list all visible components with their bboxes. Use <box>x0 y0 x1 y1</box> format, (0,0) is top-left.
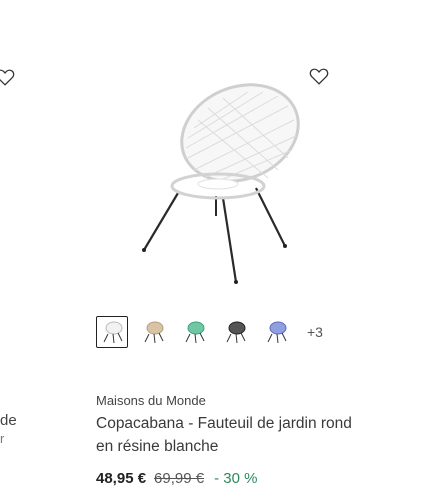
color-swatches: +3 <box>96 316 323 348</box>
chair-thumbnail-icon <box>144 321 164 344</box>
swatch-green[interactable] <box>178 316 210 348</box>
discount-badge: - 30 % <box>214 470 258 487</box>
old-price: 69,99 € <box>154 470 205 487</box>
previous-product-card[interactable]: de r <box>0 0 30 502</box>
chair-thumbnail-icon <box>185 321 205 344</box>
heart-icon[interactable] <box>0 66 16 88</box>
product-image[interactable] <box>128 78 308 288</box>
heart-icon[interactable] <box>308 65 330 87</box>
price-row: 48,95 € 69,99 € - 30 % <box>96 470 257 487</box>
swatch-white[interactable] <box>96 316 128 348</box>
chair-thumbnail-icon <box>226 321 246 344</box>
product-title[interactable]: Copacabana - Fauteuil de jardin rond en … <box>96 412 356 458</box>
previous-product-title-line2: r <box>0 432 5 446</box>
chair-thumbnail-icon <box>267 321 287 344</box>
product-brand: Maisons du Monde <box>96 393 206 408</box>
chair-thumbnail-icon <box>103 321 123 344</box>
previous-product-title[interactable]: de <box>0 410 17 432</box>
current-price: 48,95 € <box>96 470 147 487</box>
swatch-beige[interactable] <box>137 316 169 348</box>
swatch-black[interactable] <box>219 316 251 348</box>
swatch-blue[interactable] <box>260 316 292 348</box>
more-swatches-link[interactable]: +3 <box>307 324 323 340</box>
